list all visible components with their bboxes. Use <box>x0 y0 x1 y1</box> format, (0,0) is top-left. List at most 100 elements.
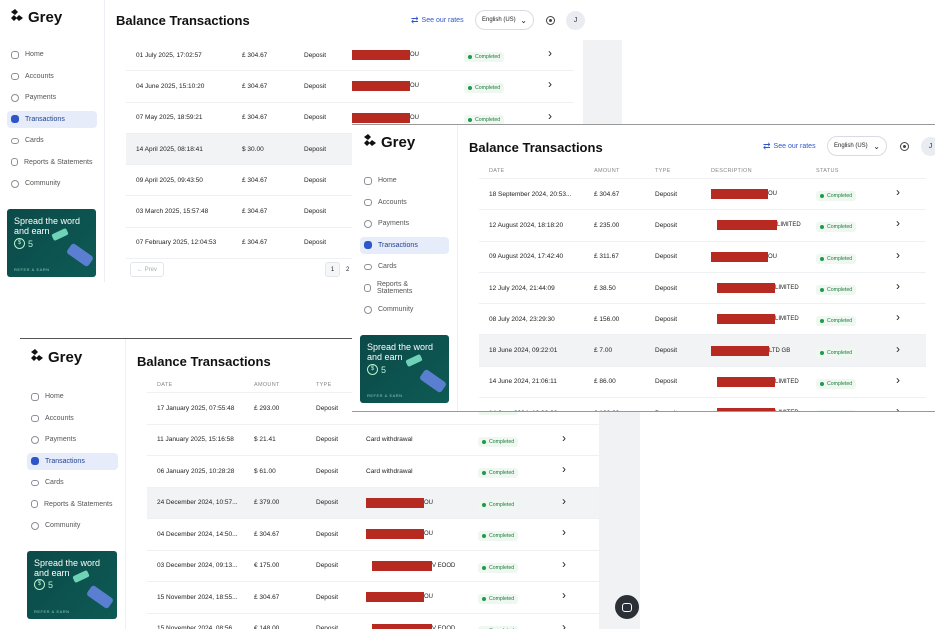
row-date: 04 December 2024, 14:50... <box>147 531 254 538</box>
table-row[interactable]: 01 July 2025, 17:02:57£ 304.67DepositOUC… <box>126 40 574 71</box>
sidebar-item-home[interactable]: Home <box>7 46 97 63</box>
sidebar-item-reports[interactable]: Reports & Statements <box>27 496 118 513</box>
sidebar-item-payments[interactable]: Payments <box>360 215 449 232</box>
sidebar-item-transactions[interactable]: Transactions <box>7 111 97 128</box>
sidebar-item-home[interactable]: Home <box>27 388 118 405</box>
sidebar-item-cards[interactable]: Cards <box>360 258 449 275</box>
sidebar-item-accounts[interactable]: Accounts <box>7 68 97 85</box>
table-row[interactable]: 04 June 2025, 15:10:20£ 304.67DepositOUC… <box>126 71 574 102</box>
table-row[interactable]: 18 June 2024, 09:22:01£ 7.00DepositLTD G… <box>479 335 926 366</box>
status-dot-icon <box>482 440 486 444</box>
chevron-right-icon[interactable]: › <box>548 109 552 123</box>
chat-launcher-button[interactable] <box>615 595 639 619</box>
brand-name: Grey <box>28 9 62 26</box>
status-label: Completed <box>475 54 500 60</box>
sidebar-item-reports[interactable]: Reports & Statements <box>360 280 449 297</box>
refer-promo-card[interactable]: Spread the word and earn $5 REFER & EARN <box>7 209 96 277</box>
row-status: Completed <box>478 559 562 573</box>
row-amount: $ 30.00 <box>242 146 304 153</box>
table-row[interactable]: 08 July 2024, 23:29:30£ 156.00DepositLIM… <box>479 304 926 335</box>
description-suffix: OU <box>424 500 433 506</box>
payments-icon <box>11 94 19 102</box>
status-badge: Completed <box>478 500 518 510</box>
sidebar-item-label: Home <box>378 177 397 184</box>
settings-gear-icon[interactable] <box>900 142 909 151</box>
row-type: Deposit <box>655 253 711 260</box>
sidebar-item-transactions[interactable]: Transactions <box>360 237 449 254</box>
see-rates-link[interactable]: ⇄See our rates <box>763 141 819 152</box>
table-row[interactable]: 09 August 2024, 17:42:40£ 311.67DepositO… <box>479 242 926 273</box>
table-row[interactable]: 18 September 2024, 20:53...£ 304.67Depos… <box>479 179 926 210</box>
table-row[interactable]: 03 December 2024, 09:13...€ 175.00Deposi… <box>147 551 599 583</box>
sidebar-item-payments[interactable]: Payments <box>27 431 118 448</box>
language-select[interactable]: English (US)⌄ <box>827 136 887 156</box>
sidebar-item-community[interactable]: Community <box>7 175 97 192</box>
sidebar-item-accounts[interactable]: Accounts <box>360 194 449 211</box>
row-status: Completed <box>478 433 562 447</box>
table-row[interactable]: 24 December 2024, 10:57...£ 379.00Deposi… <box>147 488 599 520</box>
sidebar-item-home[interactable]: Home <box>360 172 449 189</box>
chevron-right-icon[interactable]: › <box>562 462 566 476</box>
settings-gear-icon[interactable] <box>546 16 555 25</box>
sidebar-item-payments[interactable]: Payments <box>7 89 97 106</box>
language-select[interactable]: English (US)⌄ <box>475 10 534 30</box>
page-1-button[interactable]: 1 <box>325 262 340 277</box>
redacted-description <box>366 498 424 508</box>
sidebar-item-label: Payments <box>25 94 56 101</box>
table-row[interactable]: 15 November 2024, 18:55...£ 304.67Deposi… <box>147 582 599 614</box>
table-row[interactable]: 12 July 2024, 21:44:09£ 38.50DepositLIMI… <box>479 273 926 304</box>
chevron-right-icon[interactable]: › <box>562 557 566 571</box>
page-title: Balance Transactions <box>116 13 250 28</box>
chevron-right-icon[interactable]: › <box>562 525 566 539</box>
prev-page-button[interactable]: ← Prev <box>130 262 164 277</box>
megaphone-decoration <box>66 243 94 268</box>
see-rates-link[interactable]: ⇄See our rates <box>411 15 467 26</box>
chevron-right-icon[interactable]: › <box>548 46 552 60</box>
megaphone-decoration <box>419 369 447 394</box>
chevron-right-icon[interactable]: › <box>896 185 900 199</box>
sidebar-item-cards[interactable]: Cards <box>27 474 118 491</box>
row-type: Deposit <box>304 83 352 90</box>
sidebar-item-cards[interactable]: Cards <box>7 132 97 149</box>
status-label: Completed <box>489 502 514 508</box>
table-row[interactable]: 11 January 2025, 15:16:58$ 21.41DepositC… <box>147 425 599 457</box>
row-type: Deposit <box>316 499 366 506</box>
table-row[interactable]: 14 June 2024, 10:33:06£ 100.00DepositLIM… <box>479 398 926 412</box>
chevron-right-icon[interactable]: › <box>896 279 900 293</box>
redacted-description <box>717 314 775 324</box>
brand-logo[interactable]: Grey <box>363 133 415 151</box>
chevron-right-icon[interactable]: › <box>896 310 900 324</box>
user-avatar[interactable]: J <box>566 11 585 30</box>
chevron-right-icon[interactable]: › <box>562 588 566 602</box>
chevron-right-icon[interactable]: › <box>562 431 566 445</box>
chevron-right-icon[interactable]: › <box>896 404 900 412</box>
sidebar-item-transactions[interactable]: Transactions <box>27 453 118 470</box>
refer-promo-card[interactable]: Spread the word and earn $5 REFER & EARN <box>27 551 117 619</box>
chevron-right-icon[interactable]: › <box>896 216 900 230</box>
brand-logo[interactable]: Grey <box>10 8 62 26</box>
sidebar-item-community[interactable]: Community <box>27 517 118 534</box>
status-label: Completed <box>827 381 852 387</box>
user-avatar[interactable]: J <box>921 137 935 156</box>
redacted-description <box>352 81 410 91</box>
status-dot-icon <box>820 225 824 229</box>
table-row[interactable]: 12 August 2024, 18:18:20£ 235.00DepositL… <box>479 210 926 241</box>
sidebar-item-community[interactable]: Community <box>360 301 449 318</box>
chevron-right-icon[interactable]: › <box>896 342 900 356</box>
sidebar-item-accounts[interactable]: Accounts <box>27 410 118 427</box>
status-dot-icon <box>482 471 486 475</box>
refer-promo-card[interactable]: Spread the word and earn $5 REFER & EARN <box>360 335 449 403</box>
brand-logo[interactable]: Grey <box>30 348 82 366</box>
redacted-description <box>717 408 775 412</box>
table-row[interactable]: 14 June 2024, 21:06:11£ 86.00DepositLIMI… <box>479 367 926 398</box>
chevron-right-icon[interactable]: › <box>896 373 900 387</box>
transactions-icon <box>364 241 372 249</box>
chevron-right-icon[interactable]: › <box>896 248 900 262</box>
table-row[interactable]: 06 January 2025, 10:28:28$ 61.00DepositC… <box>147 456 599 488</box>
sidebar-item-reports[interactable]: Reports & Statements <box>7 154 97 171</box>
row-date: 03 December 2024, 09:13... <box>147 562 254 569</box>
table-row[interactable]: 15 November 2024, 08:56...€ 148.00Deposi… <box>147 614 599 629</box>
table-row[interactable]: 04 December 2024, 14:50...£ 304.67Deposi… <box>147 519 599 551</box>
chevron-right-icon[interactable]: › <box>548 77 552 91</box>
chevron-right-icon[interactable]: › <box>562 494 566 508</box>
